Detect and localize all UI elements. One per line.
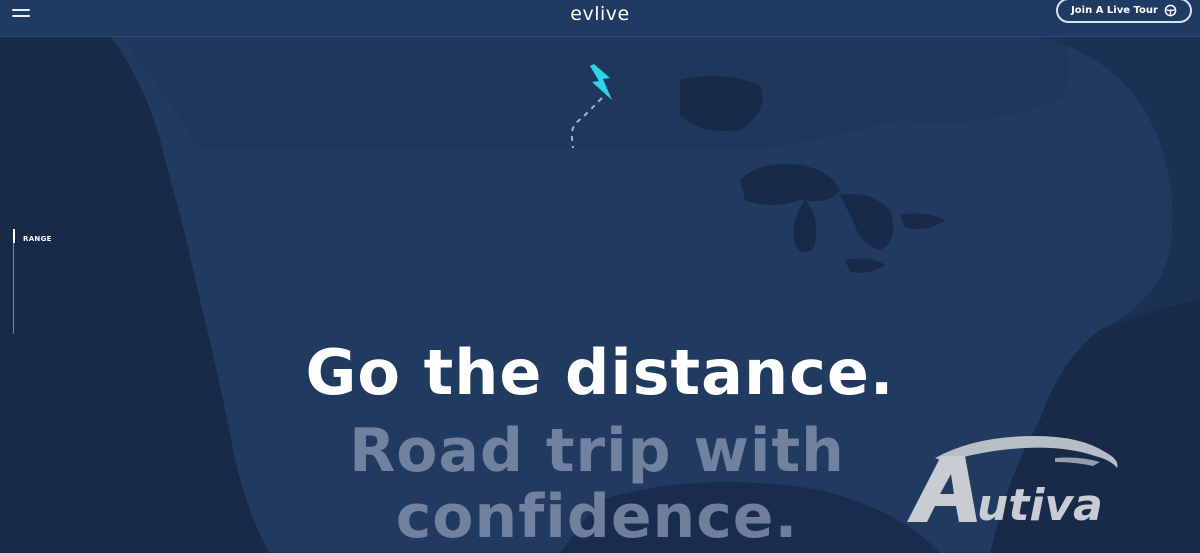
join-live-tour-button[interactable]: Join A Live Tour <box>1056 0 1192 23</box>
top-navigation-bar: evlive Join A Live Tour <box>0 0 1200 37</box>
svg-text:utiva: utiva <box>977 480 1103 530</box>
route-dashed-path <box>570 97 603 149</box>
steering-wheel-icon <box>1164 4 1177 17</box>
range-label[interactable]: RANGE <box>23 235 52 243</box>
range-scroll-indicator[interactable] <box>13 229 15 334</box>
lightning-bolt-icon <box>590 64 612 100</box>
hero-headline: Go the distance. <box>305 336 895 409</box>
brand-logo[interactable]: evlive <box>0 3 1200 25</box>
join-live-tour-label: Join A Live Tour <box>1071 5 1158 16</box>
autiva-watermark-logo: utiva <box>907 436 1118 530</box>
